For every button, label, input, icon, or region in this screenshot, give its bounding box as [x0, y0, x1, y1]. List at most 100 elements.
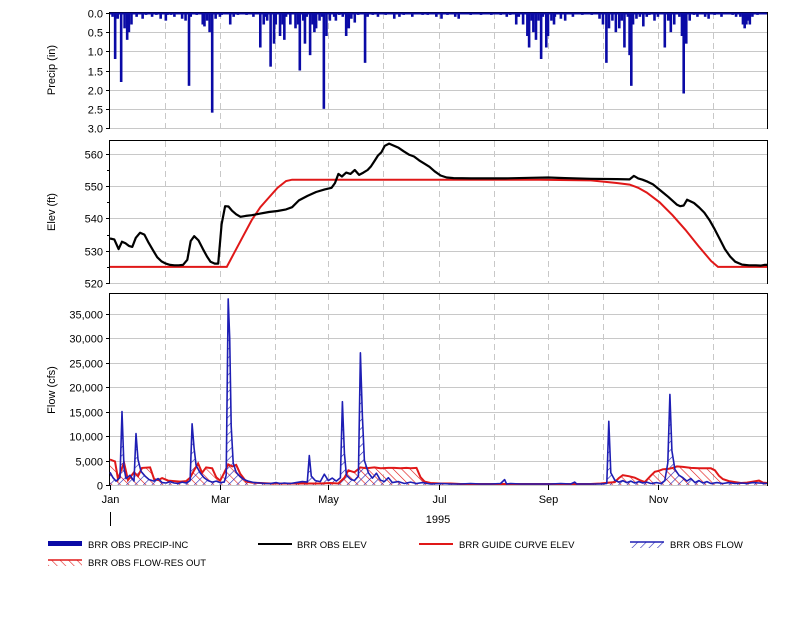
- flow-y-tick-label: 5,000: [75, 457, 103, 469]
- precip-bar: [669, 13, 673, 33]
- precip-bar: [605, 13, 608, 63]
- legend-item-guide-curve: BRR GUIDE CURVE ELEV: [419, 540, 575, 551]
- legend: BRR OBS PRECIP-INC BRR OBS ELEV BRR GUID…: [48, 540, 743, 569]
- precip-bar: [363, 13, 367, 63]
- precip-bar: [539, 13, 543, 59]
- flow-y-tick-label: 20,000: [69, 383, 103, 395]
- precip-bar: [123, 13, 126, 29]
- elev-y-tick-label: 560: [85, 150, 103, 162]
- legend-item-obs-flow: BRR OBS FLOW: [630, 540, 743, 551]
- precip-bar: [617, 13, 621, 29]
- precip-bar: [532, 13, 535, 33]
- precip-y-tick-label: 0.5: [88, 28, 103, 40]
- precip-bar: [623, 13, 626, 48]
- flow-y-tick-label: 25,000: [69, 359, 103, 371]
- precip-bar: [208, 13, 211, 33]
- flow-y-ticks: 0 5,000 10,000 15,000 20,000 25,000 30,000 35,0…: [69, 310, 110, 493]
- precip-bar: [203, 13, 206, 27]
- precip-bar: [298, 13, 302, 71]
- precip-bar: [748, 13, 752, 25]
- elev-y-tick-label: 550: [85, 182, 103, 194]
- precip-bar: [289, 13, 292, 25]
- precip-bar: [631, 13, 635, 25]
- precip-y-tick-label: 1.5: [88, 67, 103, 79]
- flow-y-tick-label: 30,000: [69, 334, 103, 346]
- precip-bar: [308, 13, 312, 56]
- legend-label-precip: BRR OBS PRECIP-INC: [88, 540, 188, 551]
- elev-y-axis-label: Elev (ft): [46, 193, 58, 231]
- elev-panel: 520 530 540 550 560 Elev (ft): [46, 140, 768, 291]
- precip-bar: [682, 13, 685, 94]
- x-axis-ticks: Jan Mar May Jul Sep Nov: [102, 485, 669, 506]
- legend-item-obs-elev: BRR OBS ELEV: [258, 540, 367, 551]
- legend-swatch-precip: [48, 541, 82, 546]
- precip-bar: [607, 13, 611, 29]
- precip-bar: [521, 13, 525, 25]
- precip-bar: [210, 13, 214, 113]
- precip-y-tick-label: 1.0: [88, 47, 103, 59]
- precip-bar: [514, 13, 518, 25]
- legend-label-flow-res-out: BRR OBS FLOW-RES OUT: [88, 558, 206, 569]
- elev-y-tick-label: 540: [85, 214, 103, 226]
- precip-bar: [601, 13, 605, 25]
- precip-y-ticks: 0.0 0.5 1.0 1.5 2.0 2.5 3.0: [88, 9, 110, 136]
- precip-bar: [314, 13, 318, 29]
- precip-bar: [278, 13, 282, 36]
- precip-bar: [283, 13, 286, 40]
- x-tick-label: Jan: [102, 494, 120, 506]
- precip-bar: [684, 13, 688, 44]
- precip-bar: [269, 13, 272, 67]
- precip-bar: [127, 13, 131, 33]
- precip-y-axis-label: Precip (in): [46, 45, 58, 95]
- precip-bar: [228, 13, 232, 25]
- flow-y-tick-label: 0: [97, 481, 103, 493]
- precip-bar: [672, 13, 676, 25]
- flow-y-tick-label: 35,000: [69, 310, 103, 322]
- hydrograph-figure: 0.0 0.5 1.0 1.5 2.0 2.5 3.0 Precip (in) 520 530…: [46, 9, 768, 569]
- flow-y-tick-label: 10,000: [69, 432, 103, 444]
- precip-bar: [258, 13, 262, 48]
- precip-bar: [130, 13, 133, 25]
- legend-label-obs-flow: BRR OBS FLOW: [670, 540, 743, 551]
- x-axis-year-label: 1995: [426, 514, 450, 526]
- precip-y-tick-label: 3.0: [88, 124, 103, 136]
- precip-bar: [294, 13, 297, 29]
- precip-bar: [303, 13, 307, 44]
- precip-bar: [642, 13, 645, 27]
- precip-bar: [663, 13, 667, 48]
- precip-bar: [534, 13, 538, 40]
- precip-plot-frame: [109, 12, 768, 129]
- x-tick-label: Mar: [211, 494, 230, 506]
- precip-bar: [546, 13, 550, 36]
- precip-panel: 0.0 0.5 1.0 1.5 2.0 2.5 3.0 Precip (in): [46, 9, 768, 136]
- elev-y-tick-label: 530: [85, 247, 103, 259]
- precip-y-tick-label: 2.5: [88, 105, 103, 117]
- precip-y-tick-label: 2.0: [88, 86, 103, 98]
- x-tick-label: Sep: [539, 494, 559, 506]
- elev-y-tick-label: 520: [85, 279, 103, 291]
- precip-bar: [113, 13, 117, 59]
- precip-bar: [119, 13, 123, 82]
- precip-bar: [187, 13, 191, 86]
- legend-swatch-obs-flow-fill: [630, 542, 664, 548]
- flow-y-tick-label: 15,000: [69, 408, 103, 420]
- precip-bar: [325, 13, 328, 36]
- precip-bar: [527, 13, 531, 48]
- legend-item-flow-res-out: BRR OBS FLOW-RES OUT: [48, 558, 206, 569]
- elev-y-ticks: 520 530 540 550 560: [85, 150, 110, 291]
- precip-bar: [347, 13, 351, 29]
- legend-swatch-res-out-fill: [48, 560, 82, 566]
- x-tick-label: May: [318, 494, 339, 506]
- precip-bar: [344, 13, 348, 36]
- x-tick-label: Jul: [432, 494, 446, 506]
- legend-label-guide-curve: BRR GUIDE CURVE ELEV: [459, 540, 575, 551]
- legend-item-precip: BRR OBS PRECIP-INC: [48, 540, 188, 551]
- flow-y-axis-label: Flow (cfs): [46, 366, 58, 414]
- precip-bar: [274, 13, 278, 25]
- flow-panel: 0 5,000 10,000 15,000 20,000 25,000 30,000 35,0…: [46, 293, 768, 526]
- precip-y-tick-label: 0.0: [88, 9, 103, 21]
- x-tick-label: Nov: [649, 494, 669, 506]
- legend-label-obs-elev: BRR OBS ELEV: [297, 540, 367, 551]
- precip-bar: [614, 13, 618, 33]
- precip-bar: [322, 13, 326, 109]
